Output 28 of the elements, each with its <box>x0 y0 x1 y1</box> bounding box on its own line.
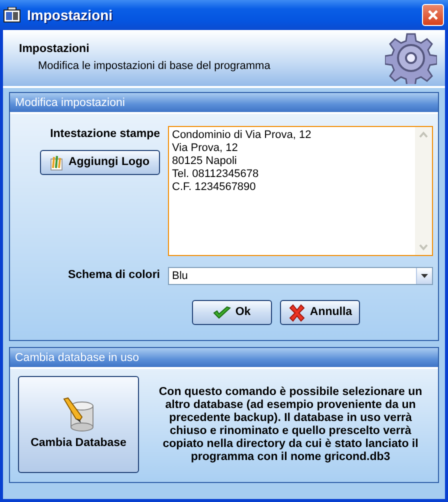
app-icon <box>3 7 21 23</box>
dropdown-arrow-icon <box>421 274 428 278</box>
field-label: Schema di colori <box>66 268 160 284</box>
text-line: C.F. 1234567890 <box>172 181 257 194</box>
color-scheme-dropdown[interactable]: Blu <box>168 267 433 285</box>
text-line: Via Prova, 12 <box>172 142 239 155</box>
change-database-button[interactable]: Cambia Database <box>18 376 139 473</box>
add-logo-button[interactable]: Aggiungi Logo <box>40 150 160 176</box>
close-button[interactable] <box>422 4 444 26</box>
close-icon <box>288 304 306 322</box>
pencils-icon <box>50 154 64 171</box>
text-line: Tel. 08112345678 <box>172 168 260 181</box>
description-text: Con questo comando è possibile selezionare un altro database (ad esempio proveniente da un precedente backup). Il database in uso verrà chiuso e rinominato e quello prescelto verrà copiato nella directory da cui è stato lanciato il programma con il nome gricond.db3 <box>158 386 424 464</box>
text-line: Condominio di Via Prova, 12 <box>172 129 312 142</box>
gear-icon <box>385 32 437 84</box>
text-line: 80125 Napoli <box>172 155 238 168</box>
cancel-button[interactable]: Annulla <box>280 300 360 325</box>
group-title: Modifica impostazioni <box>10 93 438 114</box>
ok-button[interactable]: Ok <box>192 300 272 325</box>
print-header-field[interactable]: Condominio di Via Prova, 12 Via Prova, 12 80125 Napoli Tel. 08112345678 C.F. 1234567890 <box>168 126 433 256</box>
database-pencil-icon <box>62 396 96 433</box>
header-title: Impostazioni <box>19 42 90 58</box>
close-icon <box>427 9 439 21</box>
header-subtitle: Modifica le impostazioni di base del programma <box>37 59 272 74</box>
field-label: Intestazione stampe <box>50 127 160 142</box>
group-title: Cambia database in uso <box>10 348 438 369</box>
window-title: Impostazioni <box>27 6 114 25</box>
check-icon <box>213 306 232 320</box>
